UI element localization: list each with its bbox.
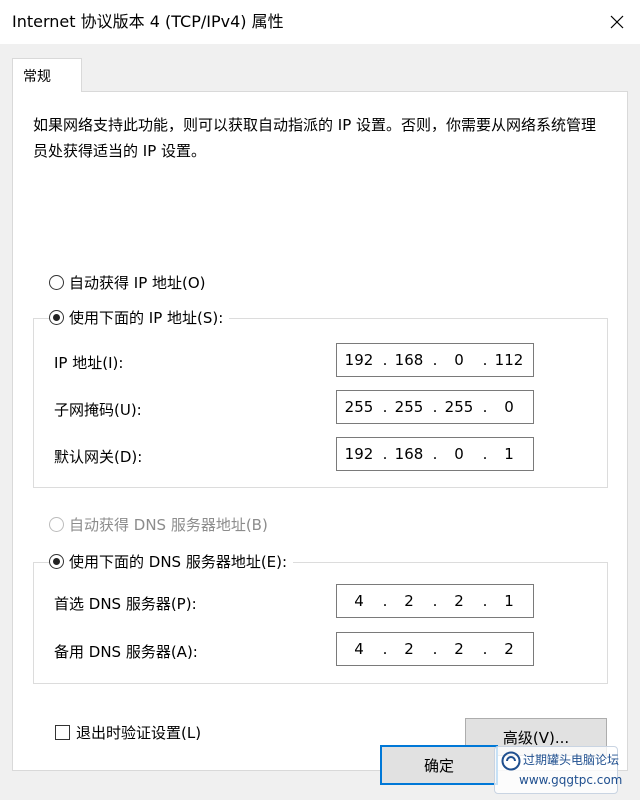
alternate-dns-label: 备用 DNS 服务器(A): bbox=[54, 643, 198, 661]
subnet-mask-octet-3: 255 bbox=[444, 398, 474, 416]
manual-dns-radio-circle[interactable] bbox=[49, 554, 64, 569]
octet-separator: . bbox=[432, 351, 438, 369]
manual-ip-radio[interactable]: 使用下面的 IP 地址(S): bbox=[49, 307, 230, 328]
default-gateway-octet-2: 168 bbox=[394, 445, 424, 463]
auto-ip-radio-circle[interactable] bbox=[49, 275, 64, 290]
validate-on-exit-label: 退出时验证设置(L) bbox=[76, 724, 202, 742]
preferred-dns-octet-3: 2 bbox=[454, 592, 464, 610]
forum-logo-icon bbox=[501, 751, 521, 771]
octet-separator: . bbox=[482, 640, 488, 658]
close-icon bbox=[610, 15, 624, 29]
octet-separator: . bbox=[432, 592, 438, 610]
subnet-mask-octet-1: 255 bbox=[344, 398, 374, 416]
auto-dns-radio[interactable]: 自动获得 DNS 服务器地址(B) bbox=[49, 514, 274, 535]
manual-dns-radio-label: 使用下面的 DNS 服务器地址(E): bbox=[69, 553, 288, 571]
preferred-dns-octet-4: 1 bbox=[504, 592, 514, 610]
preferred-dns-input[interactable]: 4 . 2 . 2 . 1 bbox=[336, 584, 534, 618]
octet-separator: . bbox=[482, 592, 488, 610]
default-gateway-octet-4: 1 bbox=[504, 445, 514, 463]
octet-separator: . bbox=[382, 351, 388, 369]
alternate-dns-octet-4: 2 bbox=[504, 640, 514, 658]
manual-ip-radio-label: 使用下面的 IP 地址(S): bbox=[69, 309, 224, 327]
tab-page-general: 如果网络支持此功能，则可以获取自动指派的 IP 设置。否则，你需要从网络系统管理… bbox=[12, 91, 628, 771]
ok-button[interactable]: 确定 bbox=[380, 745, 498, 785]
manual-ip-radio-circle[interactable] bbox=[49, 310, 64, 325]
alternate-dns-input[interactable]: 4 . 2 . 2 . 2 bbox=[336, 632, 534, 666]
close-button[interactable] bbox=[594, 0, 640, 44]
octet-separator: . bbox=[382, 592, 388, 610]
manual-dns-radio[interactable]: 使用下面的 DNS 服务器地址(E): bbox=[49, 551, 294, 572]
alternate-dns-octet-2: 2 bbox=[404, 640, 414, 658]
forum-watermark: 过期罐头电脑论坛 www.gqgtpc.com bbox=[494, 746, 622, 794]
tcpip-properties-dialog: Internet 协议版本 4 (TCP/IPv4) 属性 常规 如果网络支持此… bbox=[0, 0, 640, 800]
subnet-mask-input[interactable]: 255 . 255 . 255 . 0 bbox=[336, 390, 534, 424]
watermark-url: www.gqgtpc.com bbox=[519, 773, 623, 787]
octet-separator: . bbox=[432, 445, 438, 463]
octet-separator: . bbox=[482, 351, 488, 369]
auto-ip-radio[interactable]: 自动获得 IP 地址(O) bbox=[49, 272, 212, 293]
tab-general-label: 常规 bbox=[23, 68, 51, 85]
subnet-mask-label: 子网掩码(U): bbox=[54, 401, 142, 419]
title-bar: Internet 协议版本 4 (TCP/IPv4) 属性 bbox=[0, 0, 640, 44]
default-gateway-octet-3: 0 bbox=[454, 445, 464, 463]
octet-separator: . bbox=[482, 398, 488, 416]
subnet-mask-octet-4: 0 bbox=[504, 398, 514, 416]
ip-address-octet-4: 112 bbox=[494, 351, 524, 369]
ip-groupbox: IP 地址(I): 192 . 168 . 0 . 112 子网掩码(U): 2… bbox=[33, 318, 608, 488]
description-text: 如果网络支持此功能，则可以获取自动指派的 IP 设置。否则，你需要从网络系统管理… bbox=[33, 116, 597, 160]
ip-address-label: IP 地址(I): bbox=[54, 354, 124, 372]
octet-separator: . bbox=[432, 640, 438, 658]
preferred-dns-label: 首选 DNS 服务器(P): bbox=[54, 595, 197, 613]
octet-separator: . bbox=[482, 445, 488, 463]
octet-separator: . bbox=[432, 398, 438, 416]
preferred-dns-octet-1: 4 bbox=[354, 592, 364, 610]
auto-dns-radio-label: 自动获得 DNS 服务器地址(B) bbox=[69, 516, 268, 534]
default-gateway-input[interactable]: 192 . 168 . 0 . 1 bbox=[336, 437, 534, 471]
dns-groupbox: 首选 DNS 服务器(P): 4 . 2 . 2 . 1 备用 DNS 服务器(… bbox=[33, 562, 608, 684]
default-gateway-octet-1: 192 bbox=[344, 445, 374, 463]
ip-address-input[interactable]: 192 . 168 . 0 . 112 bbox=[336, 343, 534, 377]
auto-dns-radio-circle[interactable] bbox=[49, 517, 64, 532]
validate-on-exit-checkbox[interactable]: 退出时验证设置(L) bbox=[55, 722, 201, 743]
alternate-dns-octet-3: 2 bbox=[454, 640, 464, 658]
auto-ip-radio-label: 自动获得 IP 地址(O) bbox=[69, 274, 206, 292]
default-gateway-label: 默认网关(D): bbox=[54, 448, 143, 466]
octet-separator: . bbox=[382, 640, 388, 658]
ip-address-octet-2: 168 bbox=[394, 351, 424, 369]
preferred-dns-octet-2: 2 bbox=[404, 592, 414, 610]
ip-address-octet-3: 0 bbox=[454, 351, 464, 369]
dialog-body: 常规 如果网络支持此功能，则可以获取自动指派的 IP 设置。否则，你需要从网络系… bbox=[0, 44, 640, 800]
octet-separator: . bbox=[382, 398, 388, 416]
watermark-text: 过期罐头电脑论坛 bbox=[523, 753, 620, 767]
alternate-dns-octet-1: 4 bbox=[354, 640, 364, 658]
subnet-mask-octet-2: 255 bbox=[394, 398, 424, 416]
window-title: Internet 协议版本 4 (TCP/IPv4) 属性 bbox=[12, 12, 284, 31]
tab-general[interactable]: 常规 bbox=[12, 58, 82, 92]
octet-separator: . bbox=[382, 445, 388, 463]
ip-address-octet-1: 192 bbox=[344, 351, 374, 369]
validate-on-exit-checkbox-box[interactable] bbox=[55, 725, 70, 740]
